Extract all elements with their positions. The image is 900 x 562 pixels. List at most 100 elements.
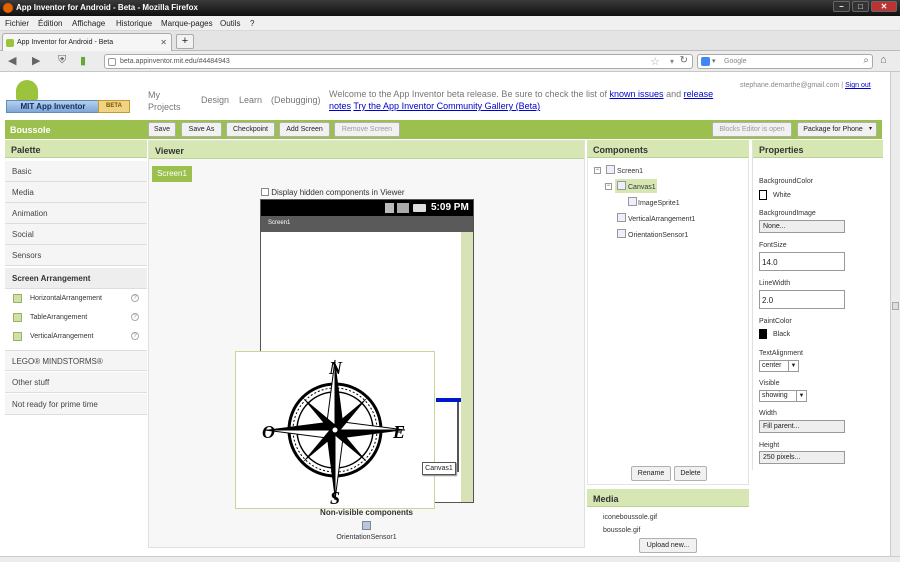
palette-animation[interactable]: Animation xyxy=(5,203,147,224)
palette-social[interactable]: Social xyxy=(5,224,147,245)
nonvisible-item[interactable]: OrientationSensor1 xyxy=(149,534,584,541)
menu-marque-pages[interactable]: Marque-pages xyxy=(161,19,213,28)
upload-new-button[interactable]: Upload new... xyxy=(639,538,697,553)
package-for-phone-button[interactable]: Package for Phone ▾ xyxy=(797,122,877,137)
menu-historique[interactable]: Historique xyxy=(116,19,152,28)
add-screen-button[interactable]: Add Screen xyxy=(279,122,330,137)
nav-design[interactable]: Design xyxy=(201,95,229,105)
component-label: HorizontalArrangement xyxy=(30,295,102,302)
prop-linewidth-input[interactable]: 2.0 xyxy=(759,290,845,309)
url-bar[interactable]: beta.appinventor.mit.edu/#4484943 ☆ ▾ ↻ xyxy=(104,54,693,69)
prop-paintcolor-value[interactable]: Black xyxy=(773,331,790,338)
menu-fichier[interactable]: Fichier xyxy=(5,19,29,28)
prop-backgroundcolor-value[interactable]: White xyxy=(773,192,791,199)
browser-tab[interactable]: App Inventor for Android - Beta ✕ xyxy=(2,33,172,52)
search-icon[interactable]: ⌕ xyxy=(863,55,869,66)
prop-fontsize-label: FontSize xyxy=(759,242,787,249)
back-icon[interactable]: ◀ xyxy=(8,54,16,67)
help-icon[interactable]: ? xyxy=(131,332,139,340)
help-icon[interactable]: ? xyxy=(131,313,139,321)
nav-learn[interactable]: Learn xyxy=(239,95,262,105)
tree-orientationsensor1[interactable]: OrientationSensor1 xyxy=(628,232,688,239)
help-icon[interactable]: ? xyxy=(131,294,139,302)
engine-dropdown-icon[interactable]: ▾ xyxy=(712,57,716,65)
prop-visible-select[interactable]: showing ▼ xyxy=(759,390,807,402)
screen-selector[interactable]: Screen1 xyxy=(152,166,192,182)
known-issues-link[interactable]: known issues xyxy=(610,89,664,99)
user-info: stephane.demarthe@gmail.com | Sign out xyxy=(740,82,871,89)
nav-my-projects[interactable]: My Projects xyxy=(148,89,184,113)
site-identity-icon[interactable] xyxy=(108,58,116,66)
background-color-swatch[interactable] xyxy=(759,190,767,200)
vertical-arrangement-preview[interactable] xyxy=(461,232,473,502)
blocks-editor-button[interactable]: Blocks Editor is open xyxy=(712,122,792,137)
page-scrollbar[interactable] xyxy=(890,72,900,556)
scroll-thumb[interactable] xyxy=(892,302,899,310)
menu-affichage[interactable]: Affichage xyxy=(72,19,105,28)
palette-media[interactable]: Media xyxy=(5,182,147,203)
nav-debugging[interactable]: (Debugging) xyxy=(271,95,321,105)
home-icon[interactable]: ⌂ xyxy=(880,54,887,66)
maximize-button[interactable]: □ xyxy=(852,1,869,12)
shield-icon[interactable]: ⛨ xyxy=(58,54,66,67)
remove-screen-button[interactable]: Remove Screen xyxy=(334,122,400,137)
search-bar[interactable]: ▾ Google ⌕ xyxy=(697,54,873,69)
hidden-components-toggle[interactable]: Display hidden components in Viewer xyxy=(261,188,405,197)
paint-color-swatch[interactable] xyxy=(759,329,767,339)
phone-screen-title: Screen1 xyxy=(261,216,473,232)
phone-status-bar: 5:09 PM xyxy=(261,200,473,216)
tree-canvas1[interactable]: Canvas1 xyxy=(628,184,656,191)
bookmark-star-icon[interactable]: ☆ xyxy=(650,55,660,68)
checkpoint-button[interactable]: Checkpoint xyxy=(226,122,275,137)
new-tab-button[interactable]: + xyxy=(176,34,194,49)
tree-screen1[interactable]: Screen1 xyxy=(617,168,643,175)
tree-verticalarrangement1[interactable]: VerticalArrangement1 xyxy=(628,216,695,223)
rename-button[interactable]: Rename xyxy=(631,466,671,481)
collapse-icon[interactable]: − xyxy=(594,167,601,174)
orientation-sensor-icon[interactable] xyxy=(362,521,371,530)
palette-component-vertical[interactable]: VerticalArrangement ? xyxy=(5,327,147,346)
prop-height-label: Height xyxy=(759,442,780,449)
palette-lego[interactable]: LEGO® MINDSTORMS® xyxy=(5,350,147,371)
prop-backgroundimage-field[interactable]: None... xyxy=(759,220,845,233)
prop-fontsize-input[interactable]: 14.0 xyxy=(759,252,845,271)
media-file[interactable]: iconeboussole.gif xyxy=(603,514,657,521)
close-window-button[interactable]: ✕ xyxy=(871,1,897,12)
palette-basic[interactable]: Basic xyxy=(5,161,147,182)
menu-outils[interactable]: Outils xyxy=(220,19,240,28)
save-button[interactable]: Save xyxy=(148,122,176,137)
menu-help[interactable]: ? xyxy=(250,19,254,28)
dropdown-arrow-icon[interactable]: ▾ xyxy=(670,57,674,66)
collapse-icon[interactable]: − xyxy=(605,183,612,190)
properties-title: Properties xyxy=(753,140,883,158)
media-file[interactable]: boussole.gif xyxy=(603,527,640,534)
app-inventor-logo[interactable]: MIT App Inventor BETA xyxy=(6,78,130,118)
delete-button[interactable]: Delete xyxy=(674,466,707,481)
screen-icon xyxy=(606,165,615,174)
palette-other-stuff[interactable]: Other stuff xyxy=(5,372,147,393)
compass-letter-o: O xyxy=(262,422,275,442)
chevron-down-icon: ▼ xyxy=(788,361,798,371)
google-icon[interactable] xyxy=(701,57,710,66)
checkbox[interactable] xyxy=(261,188,269,196)
close-tab-icon[interactable]: ✕ xyxy=(160,38,167,47)
vertical-arrangement-icon xyxy=(617,213,626,222)
palette-component-table[interactable]: TableArrangement ? xyxy=(5,308,147,327)
save-as-button[interactable]: Save As xyxy=(181,122,222,137)
reload-icon[interactable]: ↻ xyxy=(680,55,688,66)
tree-imagesprite1[interactable]: ImageSprite1 xyxy=(638,200,680,207)
prop-textalignment-select[interactable]: center ▼ xyxy=(759,360,799,372)
palette-screen-arrangement[interactable]: Screen Arrangement xyxy=(5,268,147,289)
menu-edition[interactable]: Édition xyxy=(38,19,62,28)
sign-out-link[interactable]: Sign out xyxy=(845,82,871,89)
palette-sensors[interactable]: Sensors xyxy=(5,245,147,266)
prop-width-field[interactable]: Fill parent... xyxy=(759,420,845,433)
gallery-link[interactable]: Try the App Inventor Community Gallery (… xyxy=(353,101,540,111)
palette-not-ready[interactable]: Not ready for prime time xyxy=(5,394,147,415)
forward-icon[interactable]: ▶ xyxy=(32,54,40,67)
menu-bar: Fichier Édition Affichage Historique Mar… xyxy=(0,16,900,31)
minimize-button[interactable]: – xyxy=(833,1,850,12)
canvas-preview[interactable]: N S E O Canvas1 xyxy=(235,351,456,509)
palette-component-horizontal[interactable]: HorizontalArrangement ? xyxy=(5,289,147,308)
prop-height-field[interactable]: 250 pixels... xyxy=(759,451,845,464)
